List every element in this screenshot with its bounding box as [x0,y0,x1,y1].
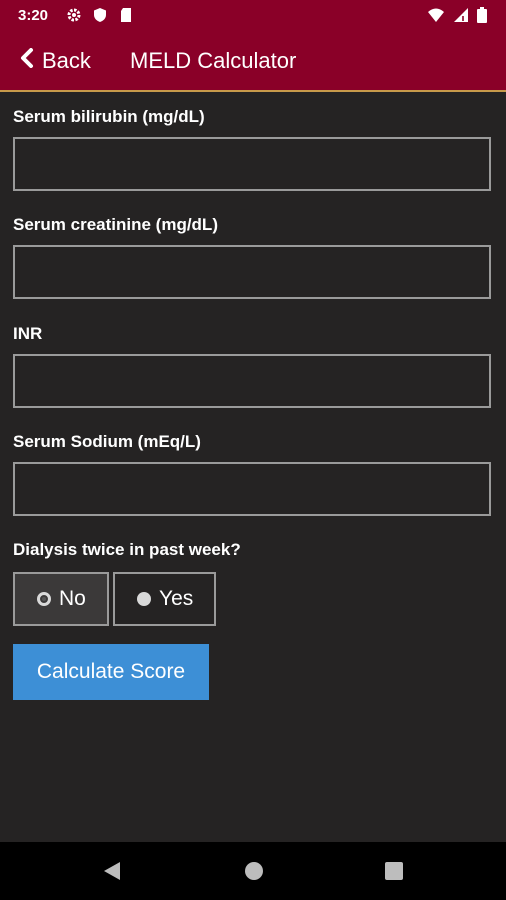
app-bar: Back MELD Calculator [0,32,506,92]
nav-back-icon[interactable] [102,860,122,887]
battery-icon [476,7,492,23]
page-title: MELD Calculator [130,48,297,73]
dialysis-no-radio[interactable]: No [13,572,109,626]
system-nav-bar [0,842,506,900]
creatinine-input[interactable] [13,245,491,299]
sd-card-icon [118,7,134,23]
wifi-icon [428,7,444,23]
status-bar: 3:20 [0,0,506,32]
status-time: 3:20 [18,7,49,24]
settings-gear-icon [66,7,82,23]
chevron-left-icon [20,48,34,74]
inr-input[interactable] [13,354,491,408]
sodium-input[interactable] [13,462,491,516]
signal-icon [452,7,468,23]
dialysis-label: Dialysis twice in past week? [13,540,241,559]
back-label: Back [42,48,91,73]
sodium-label: Serum Sodium (mEq/L) [13,432,201,451]
dialysis-no-label: No [59,587,86,610]
dialysis-yes-radio[interactable]: Yes [113,572,216,626]
back-button[interactable]: Back [20,44,91,78]
bilirubin-label: Serum bilirubin (mg/dL) [13,107,205,126]
nav-recents-icon[interactable] [384,860,404,887]
inr-label: INR [13,324,43,343]
radio-unselected-icon [137,592,151,606]
radio-selected-icon [37,592,51,606]
shield-icon [92,7,108,23]
calculate-score-button[interactable]: Calculate Score [13,644,209,700]
creatinine-label: Serum creatinine (mg/dL) [13,215,218,234]
nav-home-icon[interactable] [244,860,264,887]
bilirubin-input[interactable] [13,137,491,191]
dialysis-yes-label: Yes [159,587,194,610]
